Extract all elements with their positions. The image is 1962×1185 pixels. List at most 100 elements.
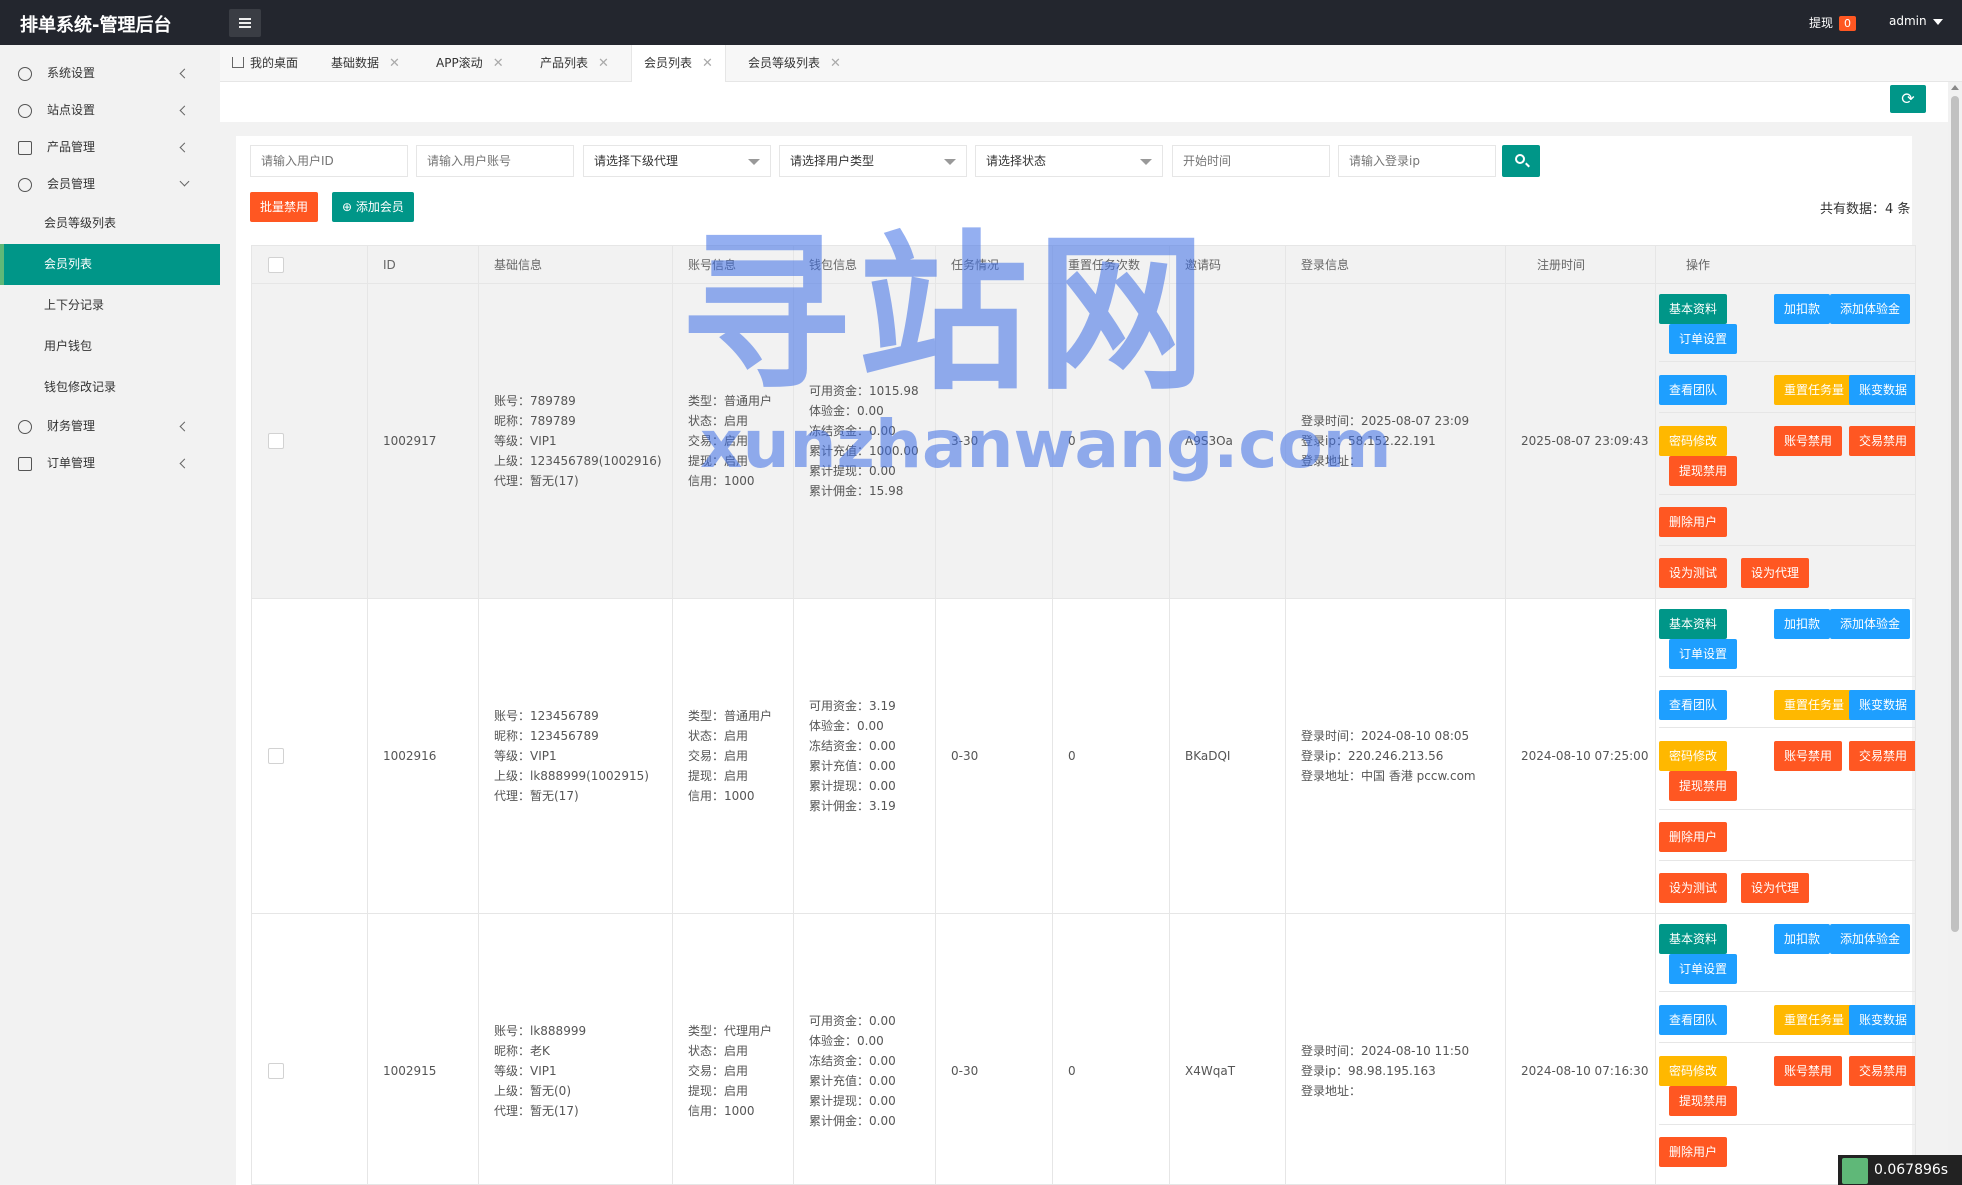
delete-user-button[interactable]: 删除用户 [1659,822,1728,852]
adjust-balance-button[interactable]: 加扣款 [1774,924,1831,954]
menu-toggle-button[interactable] [229,9,261,37]
change-password-button[interactable]: 密码修改 [1659,1056,1728,1086]
cell-id: 1002916 [383,749,437,763]
search-button[interactable] [1502,145,1540,177]
sidebar-subitem-member-level-list[interactable]: 会员等级列表 [0,203,220,244]
tab-member-list[interactable]: 会员列表 ✕ [631,45,726,82]
sidebar-item-label: 订单管理 [47,456,96,470]
user-type-select[interactable]: 请选择用户类型 [779,145,967,177]
sidebar-item-order-management[interactable]: 订单管理 [0,445,220,482]
chevron-down-icon [944,159,956,165]
view-team-button[interactable]: 查看团队 [1659,1005,1728,1035]
set-agent-button[interactable]: 设为代理 [1741,558,1810,588]
add-trial-fund-button[interactable]: 添加体验金 [1830,294,1911,324]
sidebar-subitem-score-records[interactable]: 上下分记录 [0,285,220,326]
disable-withdraw-button[interactable]: 提现禁用 [1669,1086,1738,1116]
basic-info-button[interactable]: 基本资料 [1659,924,1728,954]
cell-line: 提现：启用 [688,1084,749,1098]
page-scrollbar[interactable] [1948,82,1962,1185]
set-test-button[interactable]: 设为测试 [1659,873,1728,903]
disable-trade-button[interactable]: 交易禁用 [1849,1056,1915,1086]
user-account-input[interactable] [416,145,574,177]
cell-line: 状态：启用 [688,1044,749,1058]
disable-withdraw-button[interactable]: 提现禁用 [1669,771,1738,801]
add-trial-fund-button[interactable]: 添加体验金 [1830,609,1911,639]
sidebar-subitem-wallet-change-log[interactable]: 钱包修改记录 [0,367,220,408]
cell-basic-info: 账号：123456789 昵称：123456789 等级：VIP1 上级：lk8889… [494,706,649,806]
cell-line: 登录地址： [1301,1084,1362,1098]
sidebar-subitem-member-list[interactable]: 会员列表 [0,244,220,285]
timer-value: 0.067896s [1874,1162,1949,1178]
close-icon[interactable]: ✕ [598,56,609,71]
scrollbar-thumb[interactable] [1951,96,1959,932]
disable-account-button[interactable]: 账号禁用 [1774,1056,1843,1086]
close-icon[interactable]: ✕ [493,56,504,71]
close-icon[interactable]: ✕ [702,56,713,71]
reset-task-button[interactable]: 重置任务量 [1774,375,1855,405]
tab-product-list[interactable]: 产品列表 ✕ [528,45,621,82]
refresh-icon: ⟳ [1901,89,1915,108]
sidebar-subitem-user-wallet[interactable]: 用户钱包 [0,326,220,367]
balance-change-button[interactable]: 账变数据 [1849,690,1915,720]
adjust-balance-button[interactable]: 加扣款 [1774,609,1831,639]
sidebar-item-site-settings[interactable]: 站点设置 [0,92,220,129]
basic-info-button[interactable]: 基本资料 [1659,609,1728,639]
select-value: 请选择下级代理 [594,154,679,168]
set-test-button[interactable]: 设为测试 [1659,558,1728,588]
close-icon[interactable]: ✕ [830,56,841,71]
order-settings-button[interactable]: 订单设置 [1669,954,1738,984]
site-icon [18,104,32,118]
row-checkbox[interactable] [268,748,284,764]
order-settings-button[interactable]: 订单设置 [1669,639,1738,669]
disable-trade-button[interactable]: 交易禁用 [1849,741,1915,771]
change-password-button[interactable]: 密码修改 [1659,741,1728,771]
add-member-button[interactable]: ⊕ 添加会员 [332,192,414,222]
close-icon[interactable]: ✕ [389,56,400,71]
tab-basic-data[interactable]: 基础数据 ✕ [319,45,412,82]
row-checkbox[interactable] [268,1063,284,1079]
cell-line: 累计充值：0.00 [809,759,896,773]
order-settings-button[interactable]: 订单设置 [1669,324,1738,354]
disable-account-button[interactable]: 账号禁用 [1774,426,1843,456]
status-select[interactable]: 请选择状态 [975,145,1163,177]
sidebar-item-member-management[interactable]: 会员管理 [0,166,220,203]
batch-ban-button[interactable]: 批量禁用 [250,192,319,222]
adjust-balance-button[interactable]: 加扣款 [1774,294,1831,324]
refresh-button[interactable]: ⟳ [1890,85,1926,113]
tab-desktop[interactable]: 我的桌面 [220,45,310,82]
start-time-input[interactable] [1172,145,1330,177]
select-all-checkbox[interactable] [268,257,284,273]
view-team-button[interactable]: 查看团队 [1659,375,1728,405]
balance-change-button[interactable]: 账变数据 [1849,375,1915,405]
set-agent-button[interactable]: 设为代理 [1741,873,1810,903]
tab-bar: 我的桌面 基础数据 ✕ APP滚动 ✕ 产品列表 ✕ 会员列表 ✕ 会员等级列表 ✕ [220,45,1962,82]
user-menu[interactable]: admin [1889,14,1943,28]
delete-user-button[interactable]: 删除用户 [1659,1137,1728,1167]
add-trial-fund-button[interactable]: 添加体验金 [1830,924,1911,954]
cell-login-info: 登录时间：2025-08-07 23:09 登录ip：58.152.22.191 登… [1301,411,1469,471]
sidebar-item-system-settings[interactable]: 系统设置 [0,55,220,92]
disable-account-button[interactable]: 账号禁用 [1774,741,1843,771]
sidebar-item-product-management[interactable]: 产品管理 [0,129,220,166]
balance-change-button[interactable]: 账变数据 [1849,1005,1915,1035]
chevron-left-icon [179,458,190,469]
login-ip-input[interactable] [1338,145,1496,177]
row-checkbox[interactable] [268,433,284,449]
disable-withdraw-button[interactable]: 提现禁用 [1669,456,1738,486]
scroll-up-icon[interactable] [1951,85,1959,90]
select-value: 请选择用户类型 [790,154,875,168]
sidebar-item-finance-management[interactable]: 财务管理 [0,408,220,445]
disable-trade-button[interactable]: 交易禁用 [1849,426,1915,456]
tab-member-level-list[interactable]: 会员等级列表 ✕ [736,45,853,82]
cell-login-info: 登录时间：2024-08-10 11:50 登录ip：98.98.195.163 登… [1301,1041,1469,1101]
tab-app-scroll[interactable]: APP滚动 ✕ [424,45,516,82]
change-password-button[interactable]: 密码修改 [1659,426,1728,456]
withdraw-link[interactable]: 提现 0 [1809,14,1857,31]
agent-select[interactable]: 请选择下级代理 [583,145,771,177]
user-id-input[interactable] [250,145,408,177]
view-team-button[interactable]: 查看团队 [1659,690,1728,720]
reset-task-button[interactable]: 重置任务量 [1774,1005,1855,1035]
basic-info-button[interactable]: 基本资料 [1659,294,1728,324]
delete-user-button[interactable]: 删除用户 [1659,507,1728,537]
reset-task-button[interactable]: 重置任务量 [1774,690,1855,720]
